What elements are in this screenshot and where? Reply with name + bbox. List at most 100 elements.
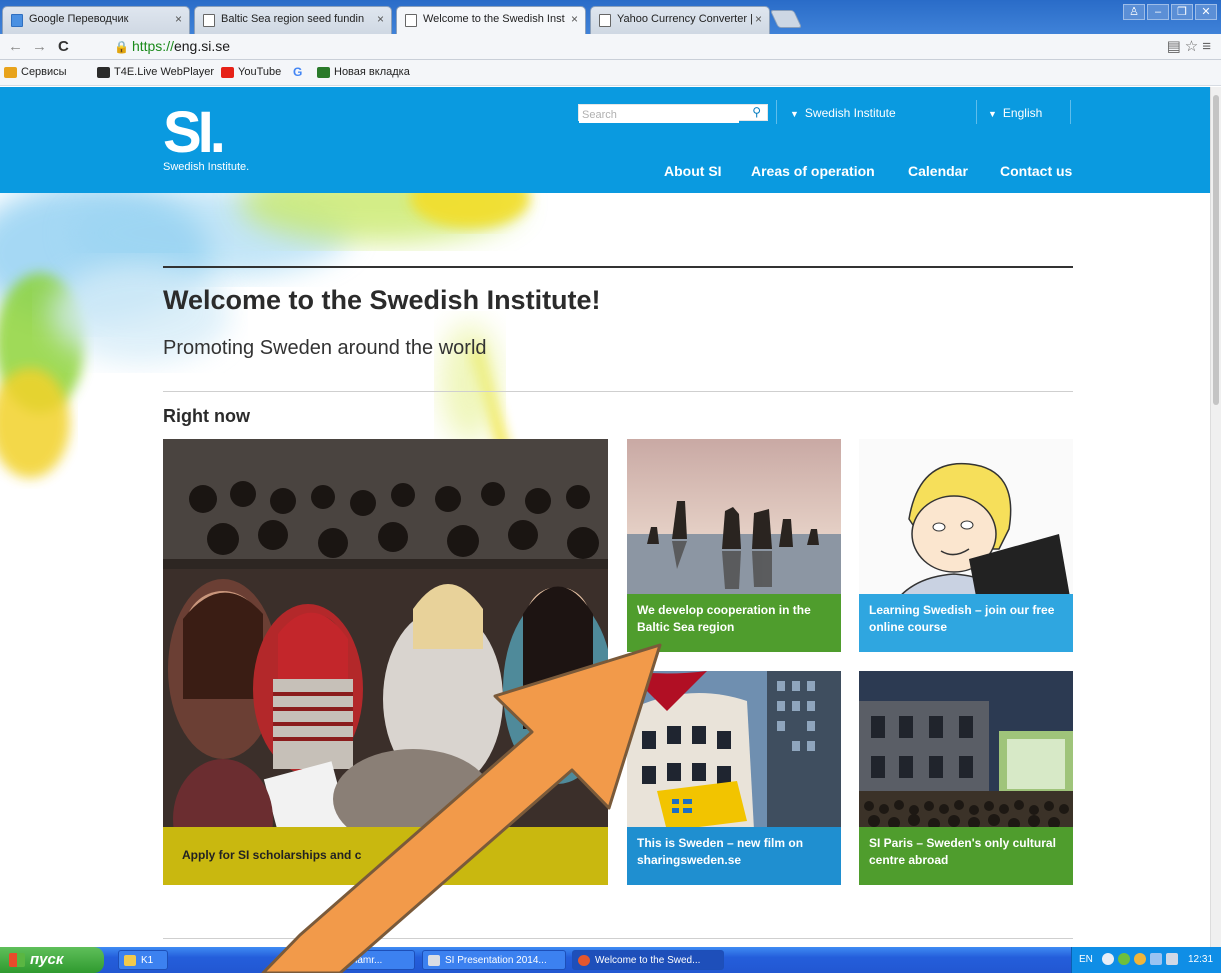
presentation-icon	[428, 955, 440, 966]
language-menu-label: English	[1002, 106, 1043, 120]
tab-title: Yahoo Currency Converter |	[617, 13, 753, 25]
divider	[976, 100, 977, 124]
caret-down-icon: ▼	[790, 109, 799, 119]
search-icon[interactable]: ⚲	[752, 105, 761, 119]
close-icon[interactable]: ×	[755, 12, 762, 26]
apps-grid-icon	[4, 66, 17, 78]
si-logo[interactable]: SI. Swedish Institute.	[163, 104, 249, 174]
web-page: SI. Swedish Institute. ⚲ ▼ Swedish Instit…	[0, 87, 1210, 947]
bookmark-google[interactable]: G	[293, 65, 302, 79]
tile-learning-swedish[interactable]: Learning Swedish – join our free online …	[859, 439, 1073, 652]
nav-areas-of-operation[interactable]: Areas of operation	[751, 163, 875, 179]
reload-icon[interactable]: C	[58, 38, 69, 55]
folder-icon	[124, 955, 136, 966]
taskbar-item-welcome-swedish[interactable]: Welcome to the Swed...	[572, 950, 724, 970]
divider-top	[163, 266, 1073, 268]
browser-tab-google-translate[interactable]: Google Переводчик ×	[2, 6, 190, 34]
scholarship-photo	[163, 439, 608, 885]
url-host: eng.si.se	[173, 38, 231, 54]
task-label: Welcome to the Swed...	[595, 955, 701, 966]
tray-security-icon[interactable]	[1134, 953, 1146, 965]
close-icon[interactable]: ×	[571, 12, 578, 26]
back-arrow-icon[interactable]	[1102, 953, 1114, 965]
section-heading: Right now	[163, 406, 250, 426]
windows-taskbar: пуск K1 mamr... SI Presentation 2014... …	[0, 947, 1221, 973]
page-icon	[599, 14, 611, 27]
clock: 12:31	[1188, 954, 1214, 965]
search-box: ⚲	[578, 104, 768, 123]
translate-icon[interactable]: ▤	[1167, 38, 1185, 55]
star-icon[interactable]: ☆	[1185, 38, 1202, 55]
chrome-icon	[578, 955, 590, 966]
search-input[interactable]	[579, 107, 739, 123]
nav-contact[interactable]: Contact us	[1000, 163, 1072, 179]
bookmark-services[interactable]: Сервисы	[4, 66, 67, 78]
menu-icon[interactable]: ≡	[1202, 38, 1215, 55]
task-label: K1	[141, 955, 154, 966]
caret-down-icon: ▼	[988, 109, 997, 119]
bookmark-label: T4E.Live WebPlayer	[114, 66, 215, 78]
browser-tab-swedish-institute[interactable]: Welcome to the Swedish Inst ×	[396, 6, 586, 34]
google-translate-icon	[11, 14, 23, 27]
bookmark-label: Новая вкладка	[334, 66, 410, 78]
divider-bottom	[163, 938, 1073, 939]
taskbar-item-mamr[interactable]: mamr...	[340, 950, 415, 970]
taskbar-item-si-presentation[interactable]: SI Presentation 2014...	[422, 950, 566, 970]
browser-tab-baltic-sea[interactable]: Baltic Sea region seed fundin ×	[194, 6, 392, 34]
language-indicator[interactable]: EN	[1079, 954, 1093, 965]
close-icon[interactable]: ×	[175, 12, 182, 26]
divider	[1070, 100, 1071, 124]
tile-baltic-sea[interactable]: We develop cooperation in the Baltic Sea…	[627, 439, 841, 652]
org-menu-label: Swedish Institute	[804, 106, 896, 120]
tab-title: Welcome to the Swedish Inst	[423, 13, 565, 25]
start-button[interactable]: пуск	[0, 947, 104, 973]
bookmark-label: YouTube	[238, 66, 282, 78]
bookmark-youtube[interactable]: YouTube	[221, 66, 281, 78]
language-menu[interactable]: ▼ English	[988, 106, 1042, 120]
bookmark-new-tab[interactable]: Новая вкладка	[317, 66, 410, 78]
page-scrollbar[interactable]	[1210, 87, 1221, 947]
nav-about[interactable]: About SI	[664, 163, 722, 179]
taskbar-item-k1[interactable]: K1	[118, 950, 168, 970]
org-menu[interactable]: ▼ Swedish Institute	[790, 106, 896, 120]
close-icon[interactable]: ×	[377, 12, 384, 26]
page-tagline: Promoting Sweden around the world	[163, 337, 487, 359]
youtube-icon	[221, 66, 234, 78]
tile-sharing-sweden[interactable]: This is Sweden – new film on sharingswed…	[627, 671, 841, 885]
tile-caption: We develop cooperation in the Baltic Sea…	[627, 594, 841, 652]
volume-icon[interactable]	[1166, 953, 1178, 965]
scrollbar-thumb[interactable]	[1213, 95, 1219, 405]
tray-app-icon[interactable]	[1118, 953, 1130, 965]
browser-tab-yahoo-currency[interactable]: Yahoo Currency Converter | ×	[590, 6, 770, 34]
close-window-icon[interactable]: ✕	[1195, 4, 1217, 20]
divider	[776, 100, 777, 124]
window-controls: ♙ – ❐ ✕	[1123, 4, 1217, 20]
start-label: пуск	[30, 951, 64, 968]
address-bar[interactable]: 🔒 https://eng.si.se	[114, 38, 230, 54]
back-icon[interactable]: ←	[8, 38, 23, 55]
bookmarks-bar: Сервисы T4E.Live WebPlayer YouTube G Нов…	[0, 60, 1221, 86]
tile-caption: Learning Swedish – join our free online …	[859, 594, 1073, 652]
divider	[163, 391, 1073, 392]
page-icon	[203, 14, 215, 27]
system-tray: EN 12:31	[1071, 947, 1221, 973]
forward-icon[interactable]: →	[32, 38, 47, 55]
new-tab-icon	[317, 66, 330, 78]
network-icon[interactable]	[1150, 953, 1162, 965]
restore-icon[interactable]: ❐	[1171, 4, 1193, 20]
task-label: SI Presentation 2014...	[445, 955, 547, 966]
page-icon	[405, 14, 417, 27]
new-tab-button[interactable]	[769, 10, 803, 28]
windows-flag-icon	[9, 953, 25, 967]
user-icon[interactable]: ♙	[1123, 4, 1145, 20]
t4e-icon	[97, 66, 110, 78]
minimize-icon[interactable]: –	[1147, 4, 1169, 20]
task-label: mamr...	[349, 955, 383, 966]
lock-icon: 🔒	[114, 40, 129, 54]
tile-si-paris[interactable]: SI Paris – Sweden's only cultural centre…	[859, 671, 1073, 885]
page-title: Welcome to the Swedish Institute!	[163, 285, 601, 315]
toolbar-actions: ▤☆≡	[1167, 37, 1215, 55]
tile-scholarships[interactable]: Apply for SI scholarships and c	[163, 439, 608, 885]
nav-calendar[interactable]: Calendar	[908, 163, 968, 179]
bookmark-t4e[interactable]: T4E.Live WebPlayer	[97, 66, 214, 78]
